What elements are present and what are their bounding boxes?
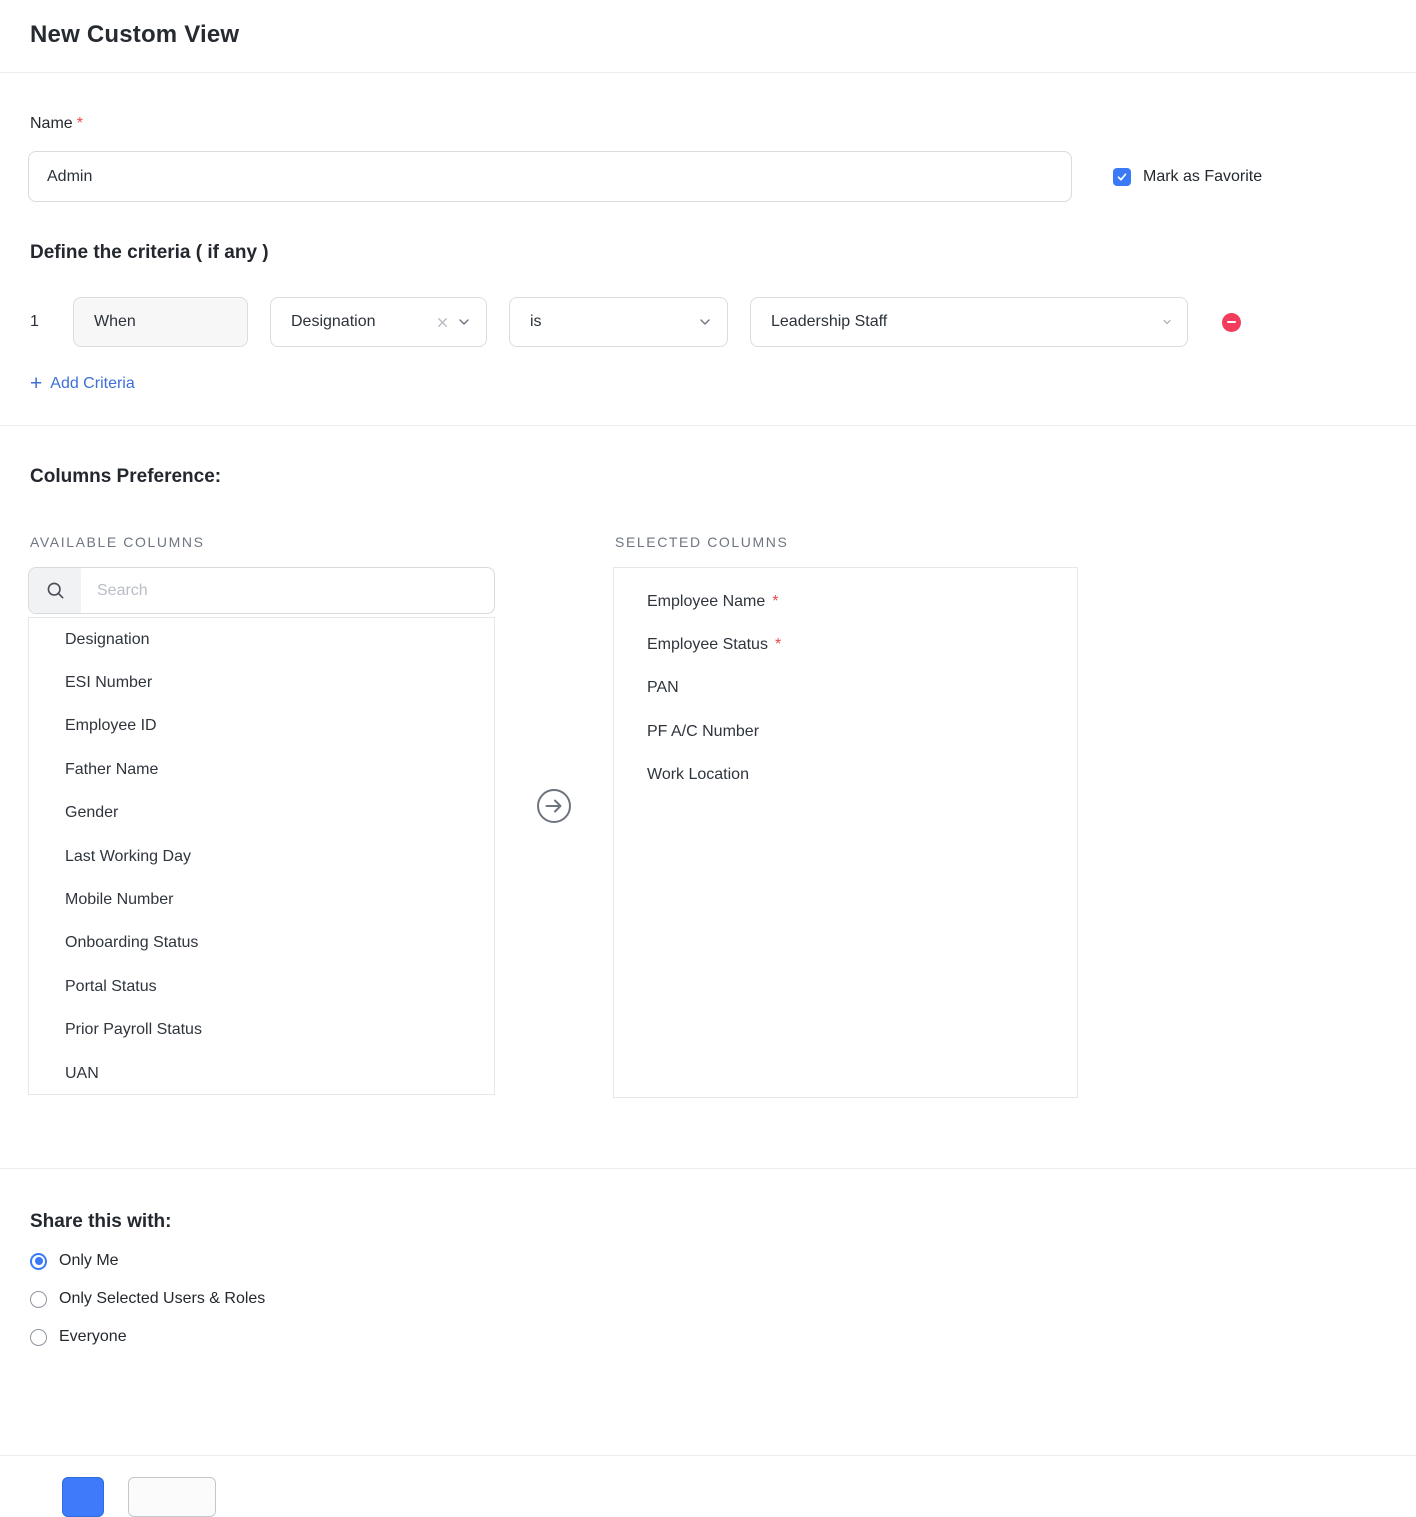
radio-icon[interactable]	[30, 1329, 47, 1346]
available-column-item[interactable]: Last Working Day	[29, 835, 494, 878]
required-asterisk: *	[775, 636, 781, 654]
footer-divider	[0, 1455, 1416, 1456]
column-search	[28, 567, 495, 614]
criteria-field-select[interactable]: Designation	[270, 297, 487, 347]
selected-column-label: Employee Name	[647, 593, 765, 611]
move-column	[495, 534, 613, 1098]
criteria-operator-select[interactable]: is	[509, 297, 728, 347]
selected-column-item[interactable]: PF A/C Number	[614, 710, 1077, 753]
available-column-item[interactable]: Prior Payroll Status	[29, 1009, 494, 1052]
chevron-down-icon[interactable]	[697, 314, 713, 330]
radio-icon[interactable]	[30, 1253, 47, 1270]
selected-column-item[interactable]: PAN	[614, 667, 1077, 710]
required-asterisk: *	[772, 593, 778, 611]
available-column-item[interactable]: Mobile Number	[29, 878, 494, 921]
available-columns-panel: AVAILABLE COLUMNS Designation ESI Number…	[28, 534, 495, 1098]
page-title: New Custom View	[30, 21, 1386, 49]
share-option[interactable]: Everyone	[30, 1322, 1416, 1352]
available-column-item[interactable]: Designation	[29, 618, 494, 661]
criteria-when-box: When	[73, 297, 248, 347]
selected-column-label: PAN	[647, 679, 679, 697]
share-heading: Share this with:	[30, 1211, 1416, 1233]
available-column-item[interactable]: Gender	[29, 792, 494, 835]
chevron-down-icon[interactable]	[456, 314, 472, 330]
columns-area: AVAILABLE COLUMNS Designation ESI Number…	[28, 488, 1416, 1098]
criteria-operator-value: is	[530, 313, 542, 331]
selected-column-item[interactable]: Employee Name *	[614, 580, 1077, 623]
share-option-label: Only Selected Users & Roles	[59, 1290, 265, 1308]
available-columns-list: Designation ESI Number Employee ID Fathe…	[28, 617, 495, 1095]
available-column-item[interactable]: Employee ID	[29, 705, 494, 748]
selected-columns-panel: SELECTED COLUMNS Employee Name * Employe…	[613, 534, 1078, 1098]
share-option[interactable]: Only Me	[30, 1246, 1416, 1276]
search-icon-box[interactable]	[29, 568, 81, 613]
available-column-item[interactable]: Onboarding Status	[29, 922, 494, 965]
criteria-row-number: 1	[30, 313, 73, 331]
columns-preference-heading: Columns Preference:	[30, 466, 1416, 488]
share-option[interactable]: Only Selected Users & Roles	[30, 1284, 1416, 1314]
minus-icon	[1227, 321, 1236, 324]
selected-column-item[interactable]: Work Location	[614, 754, 1077, 797]
criteria-value: Leadership Staff	[771, 313, 887, 331]
radio-icon[interactable]	[30, 1291, 47, 1308]
section-divider	[0, 1168, 1416, 1169]
required-asterisk: *	[77, 115, 83, 132]
criteria-when-label: When	[94, 313, 136, 331]
selected-column-label: Employee Status	[647, 636, 768, 654]
available-column-item[interactable]: Portal Status	[29, 965, 494, 1008]
chevron-down-icon[interactable]	[1161, 316, 1173, 328]
share-option-label: Everyone	[59, 1328, 127, 1346]
criteria-field-value: Designation	[291, 313, 376, 331]
remove-criteria-button[interactable]	[1222, 313, 1241, 332]
arrow-right-circle-icon	[536, 788, 572, 824]
search-input[interactable]	[81, 568, 494, 613]
available-column-item[interactable]: ESI Number	[29, 661, 494, 704]
available-columns-heading: AVAILABLE COLUMNS	[30, 534, 495, 550]
criteria-row: 1 When Designation is Leadership Staff	[30, 297, 1416, 347]
page-header: New Custom View	[0, 0, 1416, 73]
name-section: Name* Mark as Favorite	[28, 115, 1386, 202]
selected-columns-heading: SELECTED COLUMNS	[615, 534, 1078, 550]
footer-primary-button[interactable]	[62, 1477, 104, 1517]
plus-icon: +	[30, 376, 42, 392]
check-icon	[1116, 171, 1128, 183]
name-input[interactable]	[28, 151, 1072, 202]
selected-column-label: Work Location	[647, 766, 749, 784]
share-options: Only Me Only Selected Users & Roles Ever…	[30, 1246, 1416, 1352]
criteria-value-select[interactable]: Leadership Staff	[750, 297, 1188, 347]
criteria-heading: Define the criteria ( if any )	[30, 242, 1416, 264]
favorite-checkbox-icon[interactable]	[1113, 168, 1131, 186]
selected-column-label: PF A/C Number	[647, 723, 759, 741]
name-label: Name	[30, 115, 73, 132]
add-criteria-link[interactable]: + Add Criteria	[30, 375, 135, 393]
search-icon	[45, 580, 66, 601]
available-column-item[interactable]: UAN	[29, 1052, 494, 1095]
name-label-row: Name*	[28, 115, 1386, 133]
favorite-label: Mark as Favorite	[1143, 168, 1262, 186]
footer-secondary-button[interactable]	[128, 1477, 216, 1517]
add-criteria-label: Add Criteria	[50, 375, 134, 393]
section-divider	[0, 425, 1416, 426]
move-right-button[interactable]	[536, 788, 572, 824]
clear-icon[interactable]	[435, 315, 450, 330]
share-option-label: Only Me	[59, 1252, 119, 1270]
available-column-item[interactable]: Father Name	[29, 748, 494, 791]
selected-columns-list: Employee Name * Employee Status * PAN PF…	[613, 567, 1078, 1098]
mark-as-favorite[interactable]: Mark as Favorite	[1113, 168, 1262, 186]
selected-column-item[interactable]: Employee Status *	[614, 623, 1077, 666]
